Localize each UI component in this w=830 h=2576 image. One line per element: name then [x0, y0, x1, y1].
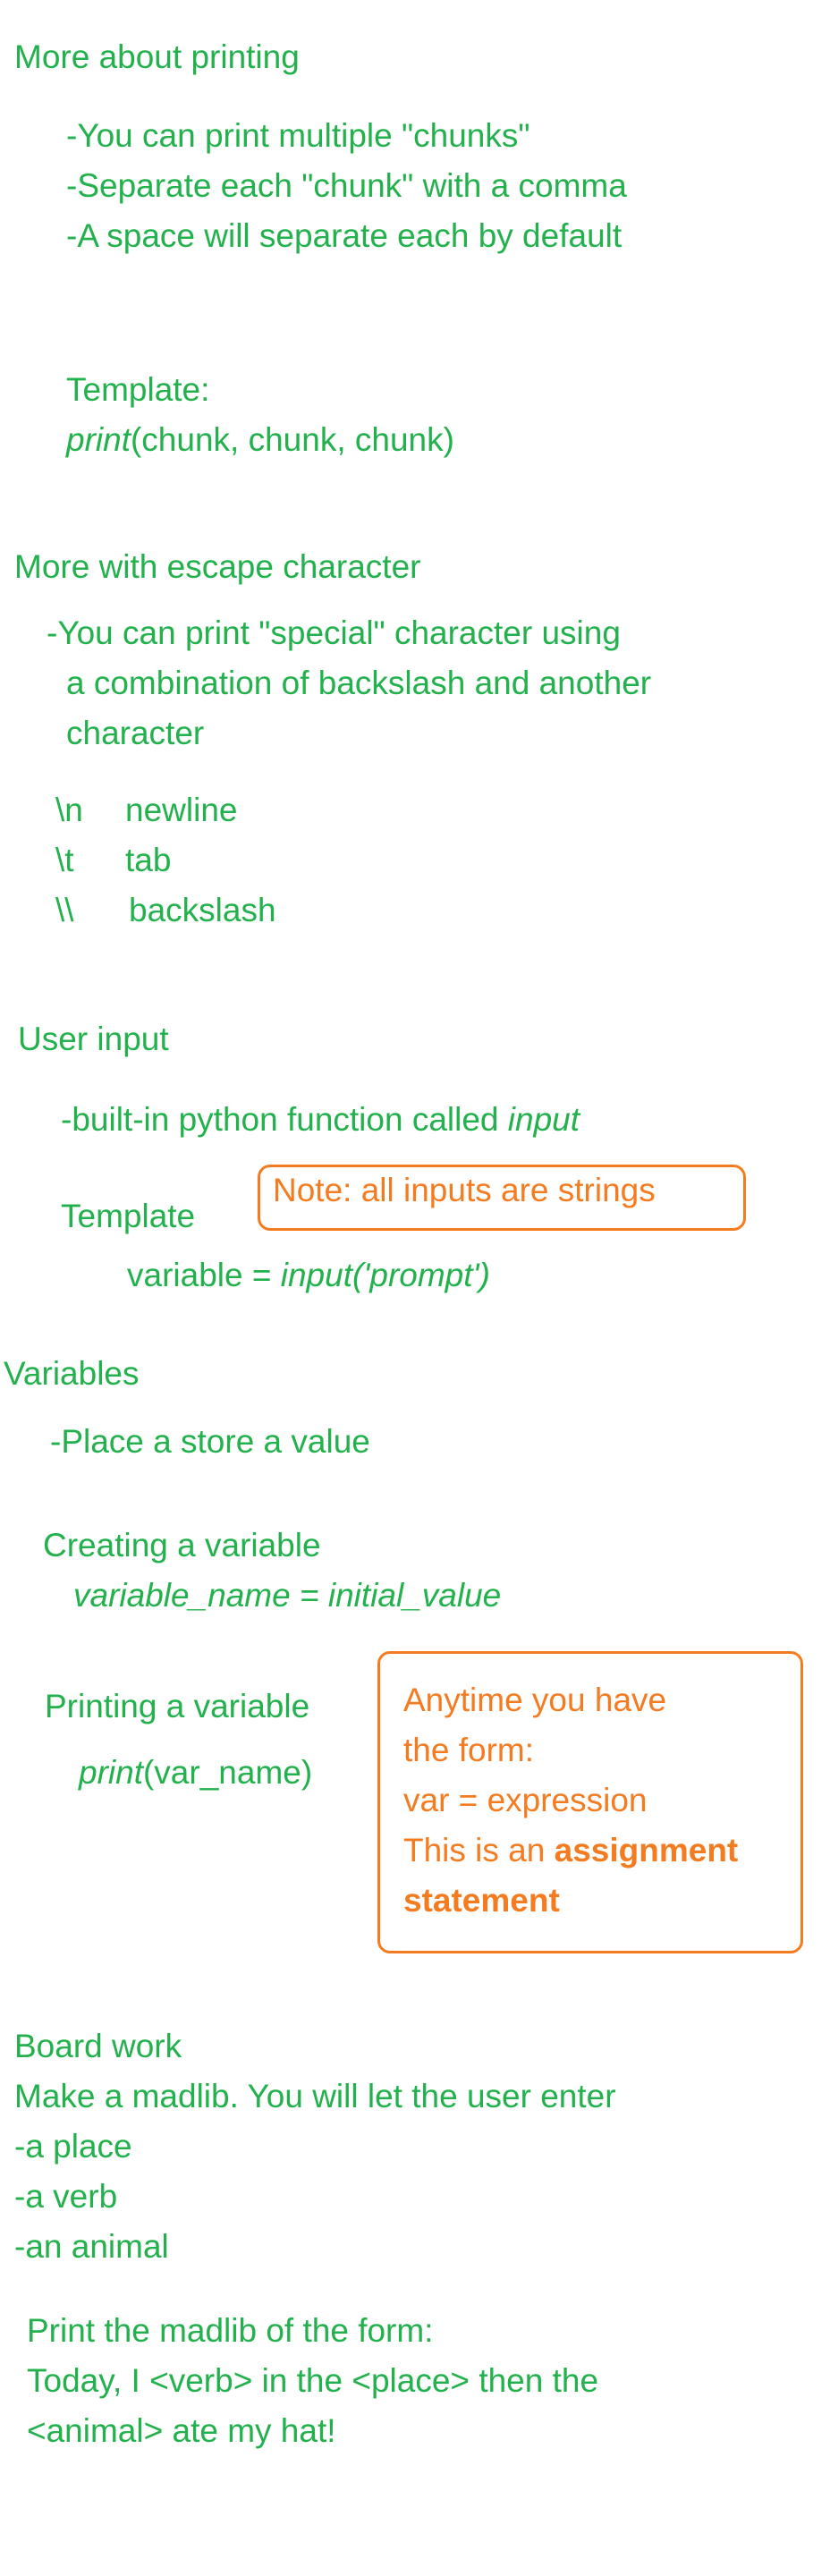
input-code-var: variable =: [127, 1257, 281, 1293]
board-list-item: -an animal: [14, 2228, 169, 2265]
assignment-note-bold: statement: [403, 1882, 560, 1919]
madlib-line: <animal> ate my hat!: [27, 2412, 336, 2449]
escape-label: tab: [125, 842, 172, 878]
input-desc: -built-in python function called input: [61, 1100, 580, 1140]
escape-code: \t: [55, 842, 74, 878]
escape-label: backslash: [129, 892, 276, 928]
printing-heading: More about printing: [14, 38, 300, 75]
board-intro: Make a madlib. You will let the user ent…: [14, 2078, 616, 2114]
escape-code: \\: [55, 892, 74, 928]
input-code-call: input('prompt'): [280, 1257, 490, 1293]
printing-bullet: -You can print multiple "chunks": [66, 117, 530, 154]
assignment-note-line: This is an assignment: [403, 1831, 738, 1870]
assignment-note-prefix: This is an: [403, 1832, 555, 1868]
printing-variable-code: print(var_name): [79, 1753, 312, 1792]
input-desc-text: -built-in python function called: [61, 1101, 508, 1138]
escape-desc-line: character: [66, 715, 205, 751]
escape-label: newline: [125, 792, 238, 828]
print-function-name: print: [79, 1754, 143, 1791]
printing-bullet: -Separate each "chunk" with a comma: [66, 167, 627, 204]
assignment-note-line: statement: [403, 1881, 560, 1920]
input-template-code: variable = input('prompt'): [127, 1256, 490, 1295]
assignment-note-bold: assignment: [554, 1832, 739, 1868]
printing-template-code: print(chunk, chunk, chunk): [66, 420, 454, 460]
board-heading: Board work: [14, 2028, 182, 2064]
print-template-args: (chunk, chunk, chunk): [130, 421, 454, 458]
variables-desc: -Place a store a value: [50, 1423, 370, 1460]
assignment-note-line: the form:: [403, 1732, 534, 1768]
input-heading: User input: [18, 1021, 169, 1057]
madlib-line: Today, I <verb> in the <place> then the: [27, 2362, 599, 2399]
assignment-note-line: var = expression: [403, 1782, 648, 1818]
input-fn-name: input: [507, 1101, 580, 1138]
creating-variable-code: variable_name = initial_value: [73, 1577, 502, 1614]
assignment-note-box: Anytime you have the form: var = express…: [377, 1651, 803, 1953]
input-note-text: Note: all inputs are strings: [273, 1172, 656, 1208]
escape-desc-line: a combination of backslash and another: [66, 665, 652, 701]
board-list-item: -a place: [14, 2128, 132, 2165]
print-function-name: print: [66, 421, 131, 458]
escape-heading: More with escape character: [14, 548, 421, 585]
creating-variable-label: Creating a variable: [43, 1527, 321, 1563]
input-template-label: Template: [61, 1198, 196, 1234]
board-list-item: -a verb: [14, 2178, 118, 2215]
printing-bullet: -A space will separate each by default: [66, 217, 622, 254]
print-variable-args: (var_name): [142, 1754, 313, 1791]
escape-desc-line: -You can print "special" character using: [47, 614, 621, 651]
assignment-note-line: Anytime you have: [403, 1682, 667, 1718]
printing-variable-label: Printing a variable: [45, 1688, 310, 1724]
board-print-label: Print the madlib of the form:: [27, 2312, 434, 2349]
input-note-box: Note: all inputs are strings: [258, 1165, 746, 1231]
escape-code: \n: [55, 792, 83, 828]
variables-heading: Variables: [4, 1355, 140, 1392]
printing-template-label: Template:: [66, 371, 210, 408]
